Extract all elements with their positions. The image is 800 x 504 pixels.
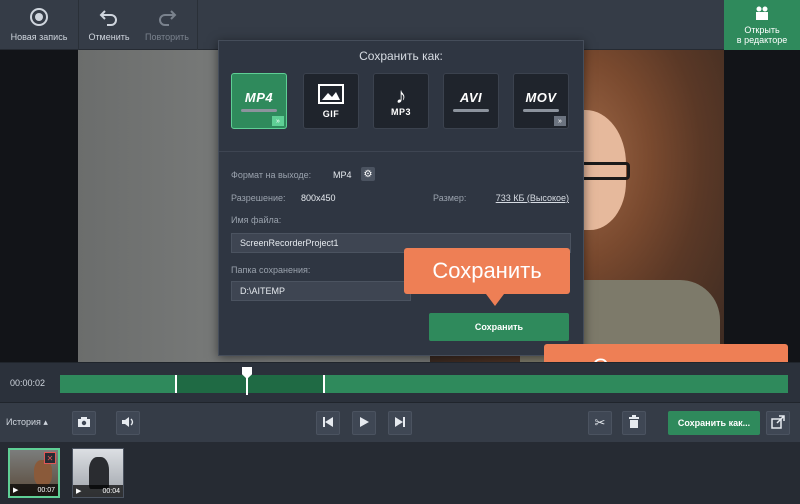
format-mp3-button[interactable]: ♪ MP3 <box>373 73 429 129</box>
share-button[interactable] <box>766 411 790 435</box>
save-callout-text: Сохранить <box>432 258 542 283</box>
skip-forward-icon <box>394 416 406 431</box>
filename-label: Имя файла: <box>231 215 282 225</box>
clip-caption: ▶ 00:07 <box>10 484 58 496</box>
toolbar-divider <box>197 0 198 50</box>
more-options-icon[interactable]: » <box>272 116 284 126</box>
save-callout: Сохранить <box>404 248 570 306</box>
open-editor-line1: Открыть <box>744 25 780 35</box>
toolbar-divider <box>78 0 79 50</box>
save-button[interactable]: Сохранить <box>429 313 569 341</box>
undo-icon <box>99 6 119 28</box>
format-label: MP4 <box>244 90 274 105</box>
timeline-track[interactable] <box>60 375 788 393</box>
previous-button[interactable] <box>316 411 340 435</box>
format-mov-button[interactable]: MOV » <box>513 73 569 129</box>
close-icon[interactable]: ✕ <box>44 452 56 464</box>
format-bar <box>523 109 559 112</box>
format-bar <box>241 109 277 112</box>
format-avi-button[interactable]: AVI <box>443 73 499 129</box>
format-bar <box>453 109 489 112</box>
preview-person-glasses <box>580 162 630 180</box>
clips-strip: ✕ ▶ 00:07 ▶ 00:04 <box>0 442 800 504</box>
history-toggle[interactable]: История ▴ <box>6 417 48 428</box>
size-label: Размер: <box>433 193 467 203</box>
new-recording-label: Новая запись <box>10 32 68 42</box>
format-gif-button[interactable]: GIF <box>303 73 359 129</box>
delete-button[interactable] <box>622 411 646 435</box>
dialog-title: Сохранить как: <box>359 49 443 63</box>
skip-back-icon <box>322 416 334 431</box>
save-as-dialog: Сохранить как: MP4 » GIF ♪ MP3 AVI MOV »… <box>218 40 584 356</box>
undo-button[interactable]: Отменить <box>82 0 136 50</box>
redo-icon <box>157 6 177 28</box>
save-as-button[interactable]: Сохранить как... <box>668 411 760 435</box>
format-label: GIF <box>322 108 340 119</box>
format-mp4-button[interactable]: MP4 » <box>231 73 287 129</box>
record-icon <box>29 6 49 28</box>
timeline: 00:00:02 <box>0 362 800 402</box>
clip-caption: ▶ 00:04 <box>73 485 123 497</box>
share-icon <box>771 414 785 432</box>
clip-thumbnail[interactable]: ▶ 00:04 <box>72 448 124 498</box>
speaker-icon <box>121 416 135 431</box>
clip-boundary-marker[interactable] <box>323 375 325 393</box>
play-button[interactable] <box>352 411 376 435</box>
output-format-label: Формат на выходе: <box>231 170 312 180</box>
cut-button[interactable]: ✂ <box>588 411 612 435</box>
redo-label: Повторить <box>145 32 189 42</box>
callout-tail <box>486 294 504 306</box>
play-icon: ▶ <box>13 487 19 494</box>
scissors-icon: ✂ <box>594 415 606 430</box>
play-icon: ▶ <box>76 488 82 495</box>
volume-button[interactable] <box>116 411 140 435</box>
timeline-selected-segment[interactable] <box>176 375 324 393</box>
format-label: MOV <box>525 90 557 105</box>
film-icon <box>753 5 771 25</box>
clip-duration: 00:04 <box>102 487 120 495</box>
more-options-icon[interactable]: » <box>554 116 566 126</box>
dialog-divider <box>219 151 583 152</box>
format-label: AVI <box>459 90 483 105</box>
open-in-editor-button[interactable]: Открыть в редакторе <box>724 0 800 50</box>
format-label: MP3 <box>390 107 411 117</box>
folder-input[interactable]: D:\AITEMP <box>231 281 411 301</box>
resolution-label: Разрешение: <box>231 193 286 203</box>
clip-thumbnail[interactable]: ✕ ▶ 00:07 <box>8 448 60 498</box>
undo-label: Отменить <box>88 32 130 42</box>
bottom-controls: История ▴ ✂ Сохранить как... <box>0 402 800 442</box>
play-icon <box>358 416 370 431</box>
current-time: 00:00:02 <box>10 378 46 388</box>
resolution-value: 800x450 <box>301 193 336 203</box>
size-link[interactable]: 733 КБ (Высокое) <box>496 193 569 203</box>
snapshot-button[interactable] <box>72 411 96 435</box>
camera-icon <box>77 416 91 431</box>
folder-label: Папка сохранения: <box>231 265 311 275</box>
new-recording-button[interactable]: Новая запись <box>0 0 78 50</box>
trash-icon <box>628 414 640 432</box>
music-note-icon: ♪ <box>395 83 407 108</box>
open-editor-line2: в редакторе <box>736 35 788 45</box>
redo-button[interactable]: Повторить <box>138 0 196 50</box>
next-button[interactable] <box>388 411 412 435</box>
image-icon <box>318 83 344 109</box>
gear-icon[interactable]: ⚙ <box>361 167 375 181</box>
output-format-value: MP4 <box>333 170 352 180</box>
clip-boundary-marker[interactable] <box>175 375 177 393</box>
clip-duration: 00:07 <box>37 486 55 494</box>
